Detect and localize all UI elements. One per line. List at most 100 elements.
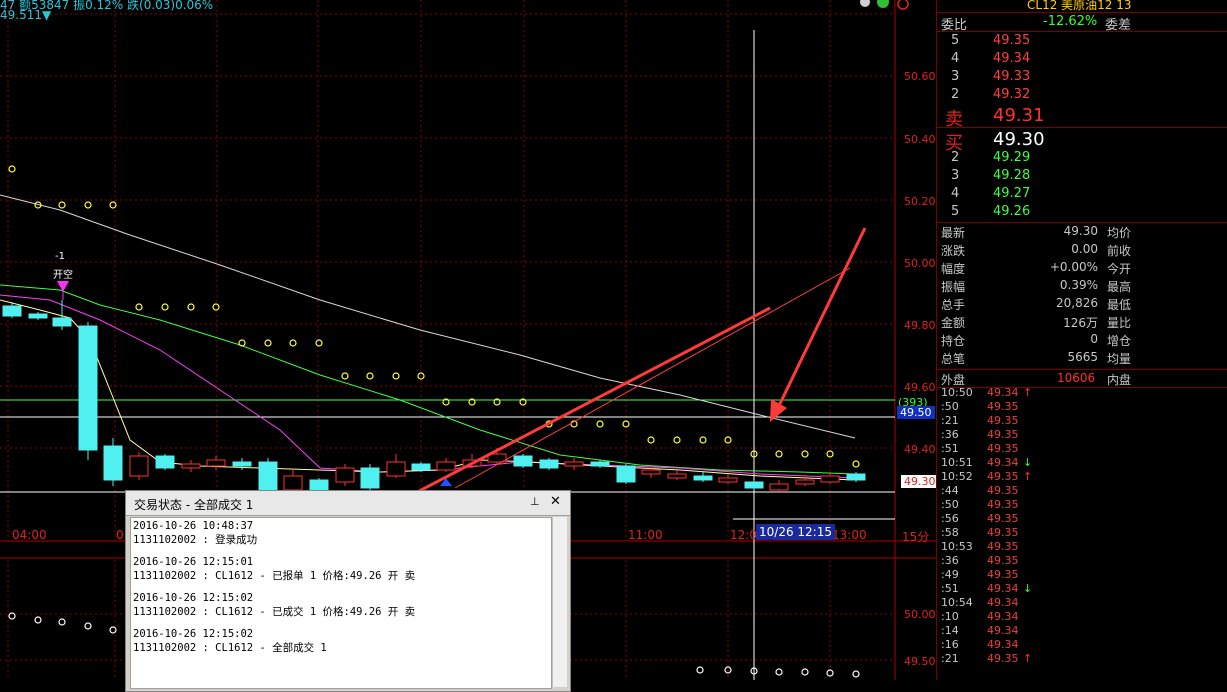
log-line: 1131102002 : CL1612 - 全部成交 1 xyxy=(133,642,327,654)
quote-right-label: 均价 xyxy=(1107,226,1132,240)
sar-dot xyxy=(699,436,707,444)
sar-dot xyxy=(135,303,143,311)
tick-price: 49.35 xyxy=(987,442,1019,455)
instrument-title: CL12 美原油12 13 xyxy=(1027,0,1132,12)
bid-level-row: 5 49.26 xyxy=(937,204,1227,222)
time-label: 11:00 xyxy=(628,528,663,542)
tick-price: 49.35 xyxy=(987,568,1019,581)
hline-price-tag: 49.50 xyxy=(897,406,935,419)
quote-row: 幅度 +0.00% 今开 xyxy=(937,260,1227,278)
candle-body xyxy=(129,455,149,477)
tick-direction: ↑ xyxy=(1023,386,1033,399)
bid-level-row: 2 49.29 xyxy=(937,150,1227,168)
trade-status-dialog[interactable]: 交易状态 - 全部成交 1 ⊥ ✕ 2016-10-26 10:48:37 113… xyxy=(125,490,571,692)
quote-label: 幅度 xyxy=(941,262,966,276)
log-line: 1131102002 : CL1612 - 已报单 1 价格:49.26 开 卖 xyxy=(133,570,416,582)
tick-price: 49.34 xyxy=(987,596,1019,609)
bid-price: 49.26 xyxy=(993,204,1031,219)
options-icon xyxy=(897,0,909,10)
refresh-icon xyxy=(877,0,889,8)
candle-body xyxy=(616,465,636,483)
tick-time: :50 xyxy=(941,498,959,511)
quote-row: 金额 126万 量比 xyxy=(937,314,1227,332)
sar-dot xyxy=(647,436,655,444)
quote-row: 涨跌 0.00 前收 xyxy=(937,242,1227,260)
tick-direction: ↑ xyxy=(1023,470,1033,483)
dialog-title: 交易状态 - 全部成交 1 xyxy=(134,498,254,512)
ask-level-row: 2 49.32 xyxy=(937,87,1227,105)
tick-time: 10:53 xyxy=(941,540,973,553)
tick-price: 49.34 xyxy=(987,456,1019,469)
weibi-row: 委比 -12.62% 委差 xyxy=(941,14,1132,33)
tick-time: :44 xyxy=(941,484,959,497)
tick-direction: ↓ xyxy=(1023,456,1033,469)
tick-time: :36 xyxy=(941,428,959,441)
tick-row: :10 49.34 xyxy=(937,610,1137,624)
level-number: 3 xyxy=(951,168,960,183)
y-tick-label: 49.50 xyxy=(904,655,936,668)
sell1-row: 卖 49.31 xyxy=(945,105,1045,130)
tick-row: :44 49.35 xyxy=(937,484,1137,498)
period-label[interactable]: 15分 xyxy=(902,528,929,545)
quote-right-label: 量比 xyxy=(1107,316,1132,330)
candle-body xyxy=(103,445,123,481)
y-tick-label: 50.20 xyxy=(904,195,936,208)
tick-time: :51 xyxy=(941,442,959,455)
tick-row: :50 49.35 xyxy=(937,498,1137,512)
ask-level-row: 5 49.35 xyxy=(937,33,1227,51)
quote-row: 总手 20,826 最低 xyxy=(937,296,1227,314)
tick-row: :36 49.35 xyxy=(937,554,1137,568)
sar-dot xyxy=(58,201,66,209)
y-tick-label: 49.40 xyxy=(904,443,936,456)
tick-price: 49.34 xyxy=(987,610,1019,623)
close-icon[interactable]: ✕ xyxy=(550,494,566,510)
tick-time: 10:51 xyxy=(941,456,973,469)
candle-body xyxy=(386,461,406,477)
quote-value: 5665 xyxy=(1067,350,1098,364)
quote-value: 0 xyxy=(1090,332,1098,346)
tick-time: :16 xyxy=(941,638,959,651)
tick-price: 49.34 xyxy=(987,638,1019,651)
candle-body xyxy=(846,473,866,481)
log-line: 1131102002 : 登录成功 xyxy=(133,534,258,546)
tick-price: 49.35 xyxy=(987,470,1019,483)
tick-time: :51 xyxy=(941,582,959,595)
candle-body xyxy=(52,317,72,327)
ma-line xyxy=(0,194,856,439)
tick-time: 10:50 xyxy=(941,386,973,399)
quote-row: 总笔 5665 均量 xyxy=(937,350,1227,368)
candle-body xyxy=(258,461,278,491)
candle-body xyxy=(309,479,329,491)
ma-line xyxy=(0,299,856,481)
last-price-tag: 49.30 xyxy=(901,475,939,488)
sub-indicator-dot xyxy=(84,622,92,630)
bid-price: 49.27 xyxy=(993,186,1031,201)
level-number: 4 xyxy=(951,51,960,66)
pin-icon[interactable]: ⊥ xyxy=(530,495,544,509)
tick-row: :21 49.35 xyxy=(937,414,1137,428)
y-tick-label: 50.40 xyxy=(904,133,936,146)
sar-dot xyxy=(161,303,169,311)
y-tick-label: 49.80 xyxy=(904,319,936,332)
candle-body xyxy=(78,325,98,451)
tick-direction: ↓ xyxy=(1023,582,1033,595)
candle-body xyxy=(436,461,456,471)
y-tick-label: 49.60 xyxy=(904,381,936,394)
sar-dot xyxy=(341,372,349,380)
chart-sub-status: 49.511▼ xyxy=(0,8,52,22)
dialog-titlebar[interactable]: 交易状态 - 全部成交 1 ⊥ ✕ xyxy=(126,491,570,516)
tick-price: 49.35 xyxy=(987,554,1019,567)
tick-time: :58 xyxy=(941,526,959,539)
trade-log: 2016-10-26 10:48:37 1131102002 : 登录成功 2016… xyxy=(130,517,552,689)
candle-body xyxy=(411,463,431,471)
sar-dot xyxy=(852,460,860,468)
tick-row: :16 49.34 xyxy=(937,638,1137,652)
time-label: 13:00 xyxy=(832,528,867,542)
dialog-scrollbar[interactable] xyxy=(552,517,567,687)
tick-row: :50 49.35 xyxy=(937,400,1137,414)
sub-indicator-dot xyxy=(852,670,860,678)
tick-time: :49 xyxy=(941,568,959,581)
quote-value: 49.30 xyxy=(1063,224,1098,238)
annotation-arrow-head xyxy=(770,399,787,422)
candle-body xyxy=(769,483,789,491)
